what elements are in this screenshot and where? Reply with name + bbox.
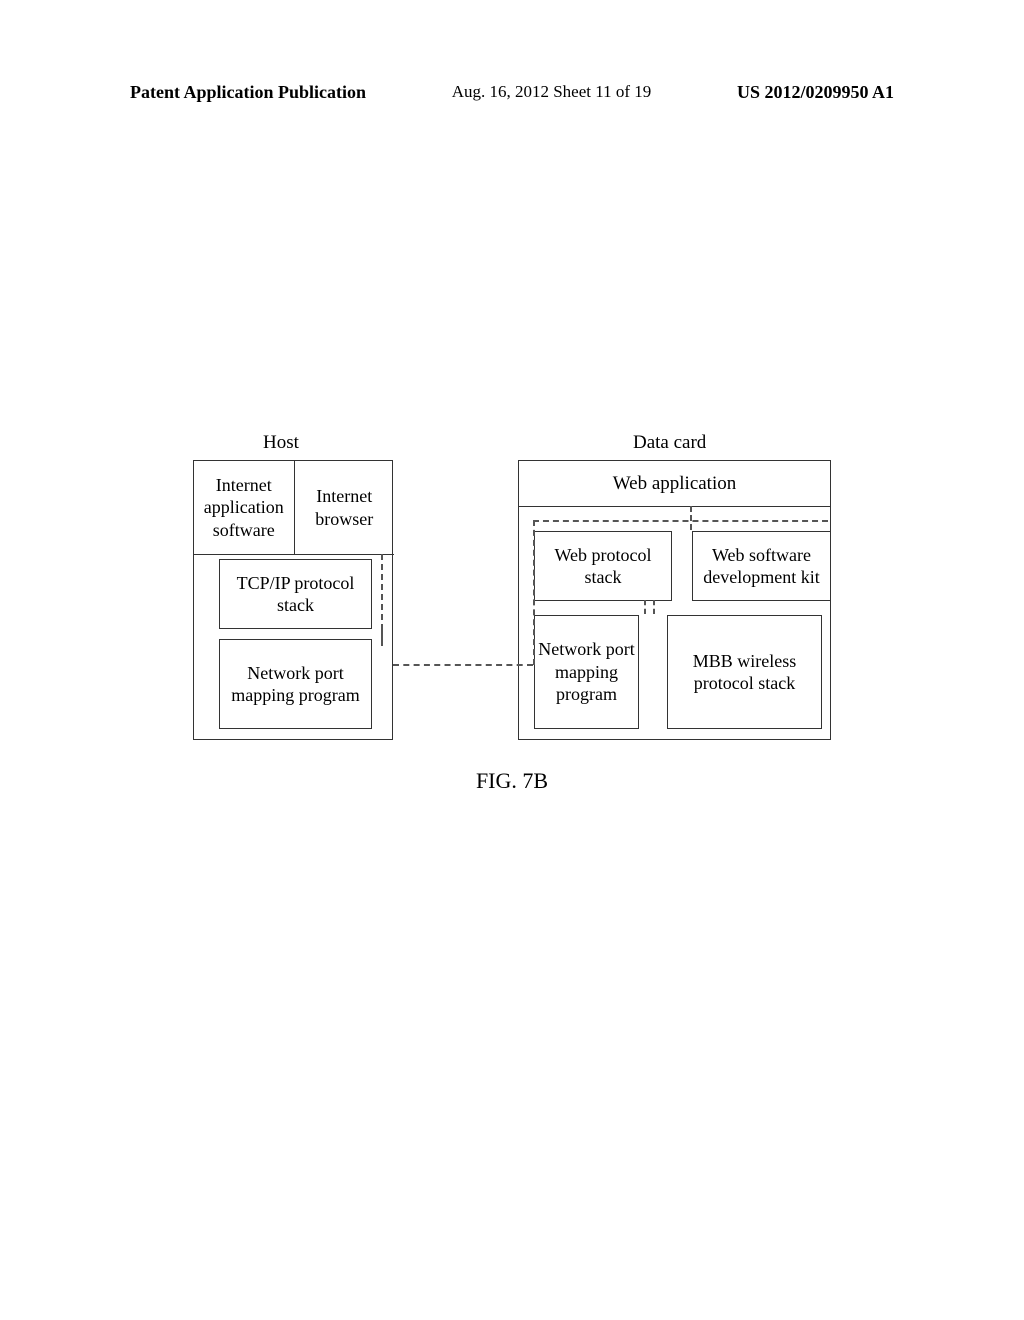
host-title: Host	[263, 432, 299, 454]
datacard-webapp: Web application	[519, 461, 830, 507]
header-center: Aug. 16, 2012 Sheet 11 of 19	[452, 82, 652, 103]
datacard-mbb: MBB wireless protocol stack	[667, 615, 822, 729]
dashed-connector	[653, 600, 655, 614]
host-netport: Network port mapping program	[219, 639, 372, 729]
datacard-web-protocol: Web protocol stack	[534, 531, 672, 601]
host-box: Internet application software Internet b…	[193, 460, 393, 740]
page-header: Patent Application Publication Aug. 16, …	[130, 82, 894, 103]
host-tcpip: TCP/IP protocol stack	[219, 559, 372, 629]
figure-label: FIG. 7B	[0, 768, 1024, 794]
host-internet-browser: Internet browser	[295, 461, 395, 555]
dashed-connector	[393, 664, 533, 666]
dashed-connector	[533, 520, 535, 665]
host-top-row: Internet application software Internet b…	[194, 461, 394, 555]
header-left: Patent Application Publication	[130, 82, 366, 103]
dashed-connector	[381, 554, 383, 640]
dashed-connector	[381, 630, 383, 646]
datacard-title: Data card	[633, 432, 706, 454]
host-internet-app: Internet application software	[194, 461, 295, 555]
dashed-connector	[644, 600, 646, 614]
datacard-web-sdk: Web software development kit	[692, 531, 830, 601]
header-right: US 2012/0209950 A1	[737, 82, 894, 103]
dashed-connector	[690, 506, 692, 530]
datacard-box: Web application Web protocol stack Web s…	[518, 460, 831, 740]
dashed-connector	[533, 520, 828, 522]
datacard-netport: Network port mapping program	[534, 615, 639, 729]
